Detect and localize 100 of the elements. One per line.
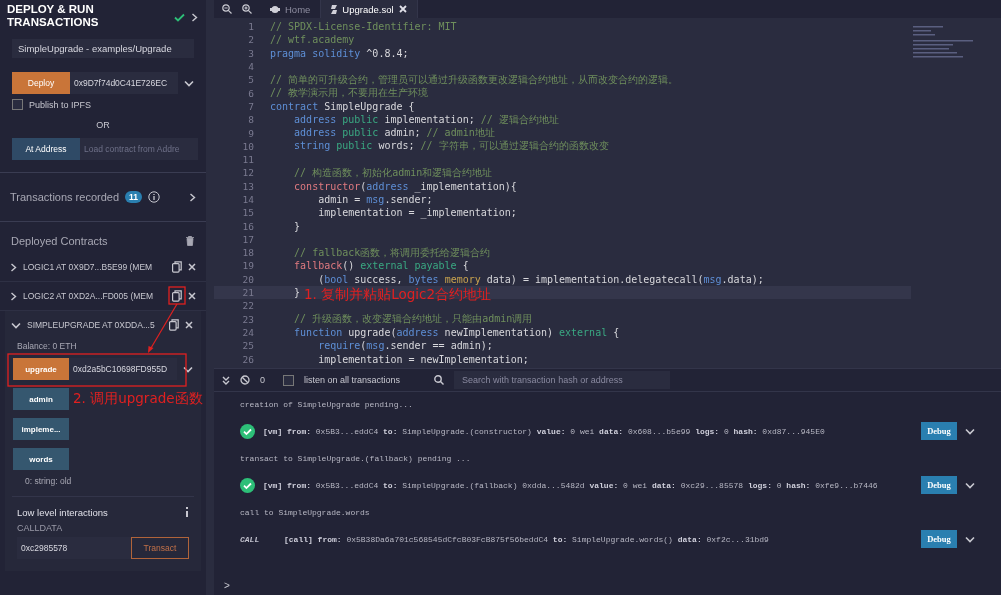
zoom-out-icon[interactable] [222,4,232,14]
line-number: 26 [241,353,255,365]
line-number: 16 [241,220,255,232]
line-number: 17 [241,233,255,245]
deploy-value-field[interactable]: 0x9D7f74d0C41E726EC [70,72,178,94]
close-icon[interactable] [188,292,196,300]
contract-select[interactable]: SimpleUpgrade - examples/Upgrade [12,39,194,58]
search-field[interactable]: Search with transaction hash or address [454,371,671,389]
function-button[interactable]: admin [13,388,69,410]
line-number: 19 [241,260,255,272]
line-number: 1 [247,21,255,33]
code-line: constructor(address _implementation){ [293,180,517,192]
at-address-button[interactable]: At Address [12,138,80,160]
line-number: 4 [247,61,255,73]
pending-count: 0 [260,375,265,385]
transaction-log-text: [vm] from: 0x5B3...eddC4 to: SimpleUpgrade.(fallback) 0xdda...5482d value: 0 wei data: 0xc29...85578 logs: 0 hash: 0xfe9...b7446 [263,480,879,490]
line-number: 9 [247,127,255,139]
double-chevron-down-icon[interactable] [222,375,230,385]
chevron-down-icon[interactable] [11,321,21,329]
chevron-right-icon[interactable] [189,192,196,202]
line-number: 23 [241,313,255,325]
success-check-icon [240,423,255,439]
function-button[interactable]: impleme... [13,418,69,440]
contract-title[interactable]: LOGIC1 AT 0X9D7...B5E99 (MEM [23,262,166,272]
code-line: // wtf.academy [270,34,355,46]
debug-button[interactable]: Debug [921,422,957,440]
or-label: OR [96,120,110,130]
code-line: // 教学演示用，不要用在生产环境 [270,86,429,101]
contract-title[interactable]: SIMPLEUPGRADE AT 0XDDA...5 [27,320,163,330]
copy-icon[interactable] [172,290,182,302]
line-number: 3 [247,47,255,59]
close-icon[interactable] [185,321,193,329]
plug-icon [270,4,280,14]
line-number: 25 [241,340,255,352]
deployed-contracts-label: Deployed Contracts [11,235,108,247]
editor-tab[interactable]: Upgrade.sol [321,0,418,18]
code-line: // 构造函数，初始化admin和逻辑合约地址 [293,165,493,180]
code-line: implementation = _implementation; [317,207,517,219]
line-number: 8 [247,114,255,126]
transactions-recorded-label: Transactions recorded [10,191,120,203]
line-number: 5 [247,74,255,86]
copy-icon[interactable] [172,261,182,273]
listen-checkbox[interactable] [283,374,294,386]
info-icon[interactable] [148,191,161,203]
code-line: address public admin; // admin地址 [293,126,495,140]
chevron-right-icon[interactable] [10,262,17,272]
line-number: 21 [241,287,255,299]
check-icon [174,13,185,22]
close-icon[interactable] [188,263,196,271]
line-number: 11 [241,154,255,166]
console-prompt: > [224,580,230,591]
code-line: require(msg.sender == admin); [317,340,493,352]
debug-button[interactable]: Debug [921,530,957,548]
transact-button[interactable]: Transact [131,537,189,559]
trash-icon[interactable] [186,236,194,246]
line-number: 10 [241,140,255,152]
publish-label: Publish to IPFS [29,99,92,110]
success-check-icon [240,477,255,493]
publish-checkbox[interactable] [12,99,23,110]
chevron-right-icon[interactable] [191,13,198,22]
line-number: 7 [247,100,255,112]
console-log-text: call to SimpleUpgrade.words [240,507,370,517]
chevron-right-icon[interactable] [10,291,17,301]
caret-down-icon[interactable] [184,79,194,87]
code-line: // 升级函数，改变逻辑合约地址，只能由admin调用 [293,312,533,327]
contract-title[interactable]: LOGIC2 AT 0XD2A...FD005 (MEM [23,291,166,301]
argument-field[interactable]: 0xd2a5bC10698FD955D [69,358,177,380]
line-number: 20 [241,273,255,285]
highlight-box [168,286,186,305]
calldata-field[interactable]: 0xc2985578 [17,537,131,559]
result-text: 0: string: old [25,476,72,486]
console-log-text: transact to SimpleUpgrade.(fallback) pending ... [240,453,471,463]
count-badge: 11 [125,191,143,203]
function-button[interactable]: words [13,448,69,470]
expand-chevron-icon[interactable] [965,535,975,543]
copy-icon[interactable] [169,319,179,331]
low-level-label: Low level interactions [17,507,108,518]
code-line: function upgrade(address newImplementation) external { [293,326,620,338]
line-number: 18 [241,247,255,259]
expand-chevron-icon[interactable] [965,481,975,489]
code-line: contract SimpleUpgrade { [270,100,415,112]
transaction-log-text: [vm] from: 0x5B3...eddC4 to: SimpleUpgrade.(constructor) value: 0 wei data: 0x608...b5e99 logs: 0 hash: 0xd87...945E0 [263,426,826,436]
close-icon[interactable] [398,5,407,13]
info-icon[interactable] [185,507,189,517]
listen-label: listen on all transactions [304,375,401,385]
caret-down-icon[interactable] [183,365,193,373]
code-line: } [293,220,301,232]
search-icon[interactable] [434,375,445,385]
clear-icon[interactable] [240,375,250,385]
code-line: (bool success, bytes memory data) = implementation.delegatecall(msg.data); [317,273,764,285]
code-line: address public implementation; // 逻辑合约地址 [293,112,559,127]
address-field[interactable]: Load contract from Addre [80,138,198,160]
line-number: 22 [241,300,255,312]
expand-chevron-icon[interactable] [965,427,975,435]
calldata-label: CALLDATA [17,523,63,533]
debug-button[interactable]: Debug [921,476,957,494]
zoom-in-icon[interactable] [242,4,252,14]
code-line: } [293,287,301,299]
code-line: // SPDX-License-Identifier: MIT [270,21,457,33]
code-line: // fallback函数，将调用委托给逻辑合约 [293,245,491,260]
